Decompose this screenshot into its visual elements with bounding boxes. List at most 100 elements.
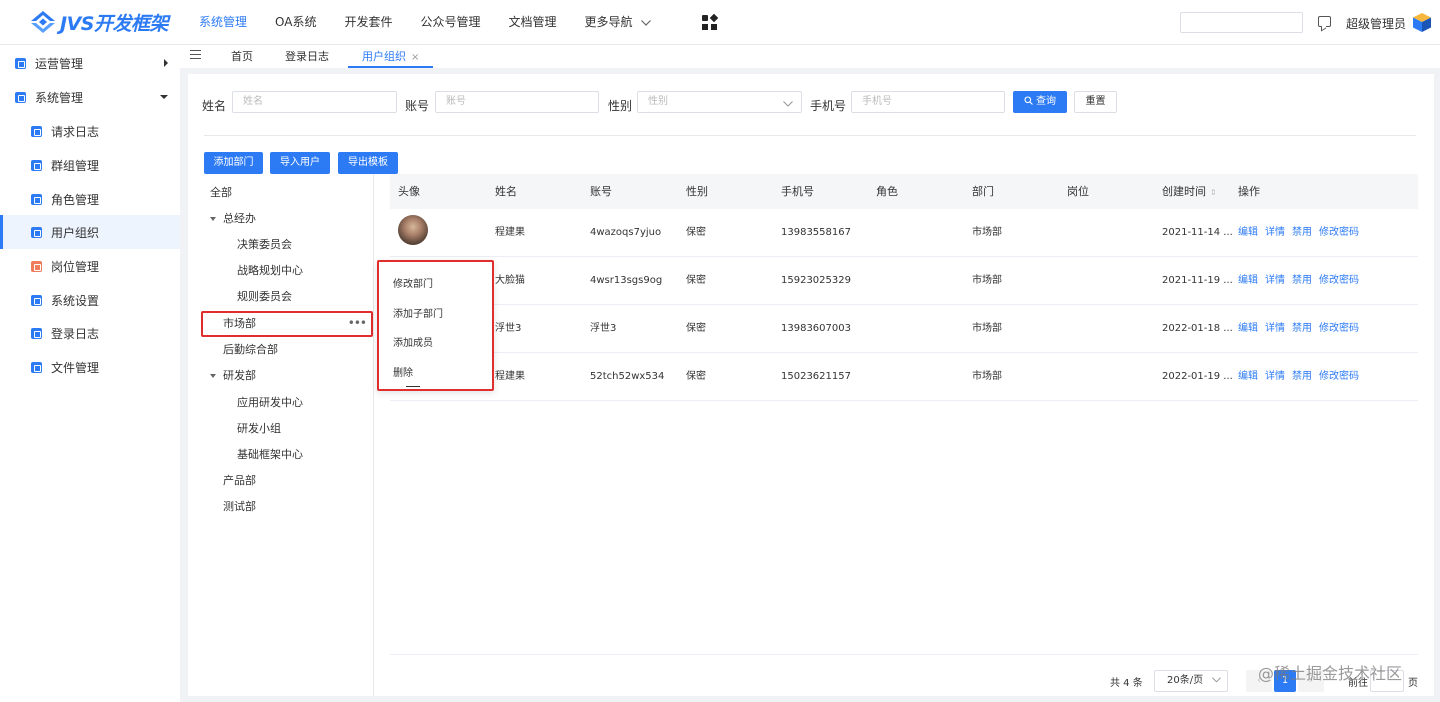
sidebar-item-file[interactable]: 文件管理 <box>0 350 180 384</box>
tree-node-ceo-office[interactable]: 总经办 <box>210 208 256 230</box>
nav-more[interactable]: 更多导航 <box>571 0 665 45</box>
detail-link[interactable]: 详情 <box>1265 209 1285 257</box>
tab-home[interactable]: 首页 <box>231 45 253 68</box>
chevron-down-icon <box>783 95 793 115</box>
tree-node-label: 研发部 <box>223 369 256 382</box>
message-icon[interactable] <box>1318 16 1331 27</box>
sidebar-item-ops[interactable]: 运营管理 <box>0 46 180 80</box>
logo-icon <box>31 11 55 33</box>
menu-item-delete[interactable]: 删除 <box>393 364 413 379</box>
gender-label: 性别 <box>608 99 633 113</box>
add-dept-button[interactable]: 添加部门 <box>204 152 263 174</box>
sort-icon[interactable]: ⇕ <box>1210 175 1217 210</box>
col-account: 账号 <box>590 185 612 198</box>
sidebar-item-login-log[interactable]: 登录日志 <box>0 316 180 350</box>
menu-toggle-icon[interactable] <box>190 50 201 59</box>
sidebar-item-label: 群组管理 <box>51 158 100 173</box>
search-button[interactable]: 查询 <box>1013 91 1067 113</box>
menu-item-add-member[interactable]: 添加成员 <box>393 334 433 349</box>
tree-node-decision-committee[interactable]: 决策委员会 <box>237 234 292 256</box>
detail-link[interactable]: 详情 <box>1265 353 1285 401</box>
sidebar-item-user-org[interactable]: 用户组织 <box>0 215 180 249</box>
detail-link[interactable]: 详情 <box>1265 305 1285 353</box>
change-password-link[interactable]: 修改密码 <box>1319 209 1359 257</box>
tab-login-log[interactable]: 登录日志 <box>285 45 329 68</box>
chevron-down-icon <box>640 0 651 45</box>
disable-link[interactable]: 禁用 <box>1292 209 1312 257</box>
tree-node-rnd[interactable]: 研发部 <box>210 365 256 387</box>
tree-node-app-rnd-center[interactable]: 应用研发中心 <box>237 392 303 414</box>
role-icon <box>31 193 42 205</box>
col-gender: 性别 <box>686 185 708 198</box>
avatar <box>398 215 428 245</box>
more-icon[interactable]: ••• <box>348 316 367 330</box>
export-template-button[interactable]: 导出模板 <box>338 152 398 174</box>
app-grid-icon[interactable] <box>702 13 719 31</box>
menu-item-edit-dept[interactable]: 修改部门 <box>393 275 433 290</box>
edit-link[interactable]: 编辑 <box>1238 305 1258 353</box>
name-label: 姓名 <box>202 99 227 113</box>
import-users-button[interactable]: 导入用户 <box>270 152 330 174</box>
page-suffix: 页 <box>1408 678 1418 689</box>
edit-link[interactable]: 编辑 <box>1238 353 1258 401</box>
tree-node-product[interactable]: 产品部 <box>223 470 256 492</box>
caret-down-icon <box>210 374 216 378</box>
reset-button[interactable]: 重置 <box>1074 91 1117 113</box>
nav-docs[interactable]: 文档管理 <box>495 0 571 45</box>
tree-node-testing[interactable]: 测试部 <box>223 496 256 518</box>
change-password-link[interactable]: 修改密码 <box>1319 353 1359 401</box>
menu-item-add-sub-dept[interactable]: 添加子部门 <box>393 305 443 320</box>
cell-phone: 13983558167 <box>781 227 851 238</box>
pagination-total: 共 4 条 <box>1110 678 1143 689</box>
user-name[interactable]: 超级管理员 <box>1346 15 1406 32</box>
sidebar-item-system[interactable]: 系统管理 <box>0 80 180 114</box>
account-input[interactable]: 账号 <box>435 91 599 113</box>
tree-node-rules-committee[interactable]: 规则委员会 <box>237 286 292 308</box>
tab-user-org[interactable]: 用户组织 × <box>348 45 434 68</box>
sidebar-item-position[interactable]: 岗位管理 <box>0 249 180 283</box>
phone-input[interactable]: 手机号 <box>851 91 1005 113</box>
chevron-down-icon <box>160 95 168 99</box>
tree-node-strategy-center[interactable]: 战略规划中心 <box>237 260 303 282</box>
col-created[interactable]: 创建时间 ⇕ <box>1162 174 1217 210</box>
nav-wechat[interactable]: 公众号管理 <box>406 0 494 45</box>
disable-link[interactable]: 禁用 <box>1292 305 1312 353</box>
user-avatar-icon[interactable] <box>1413 13 1431 32</box>
nav-system[interactable]: 系统管理 <box>185 0 261 45</box>
disable-link[interactable]: 禁用 <box>1292 353 1312 401</box>
gender-select[interactable]: 性别 <box>637 91 802 113</box>
account-label: 账号 <box>405 99 430 113</box>
cell-account: 浮世3 <box>590 323 617 334</box>
group-icon <box>31 159 42 171</box>
tree-node-all[interactable]: 全部 <box>210 182 232 204</box>
detail-link[interactable]: 详情 <box>1265 257 1285 305</box>
tree-node-logistics[interactable]: 后勤综合部 <box>223 339 278 361</box>
sidebar-item-settings[interactable]: 系统设置 <box>0 283 180 317</box>
user-org-icon <box>31 226 42 238</box>
app-logo[interactable]: JVS开发框架 <box>30 9 168 35</box>
edit-link[interactable]: 编辑 <box>1238 209 1258 257</box>
nav-dev-kit[interactable]: 开发套件 <box>330 0 406 45</box>
page-size-select[interactable]: 20条/页 <box>1154 670 1228 692</box>
tree-node-rnd-team[interactable]: 研发小组 <box>237 418 281 440</box>
sidebar-item-request-log[interactable]: 请求日志 <box>0 114 180 148</box>
change-password-link[interactable]: 修改密码 <box>1319 305 1359 353</box>
sidebar-item-role[interactable]: 角色管理 <box>0 182 180 216</box>
search-button-label: 查询 <box>1036 96 1056 107</box>
sidebar-item-group[interactable]: 群组管理 <box>0 148 180 182</box>
tree-node-framework-center[interactable]: 基础框架中心 <box>237 444 303 466</box>
change-password-link[interactable]: 修改密码 <box>1319 257 1359 305</box>
sidebar-item-label: 岗位管理 <box>51 259 100 274</box>
edit-link[interactable]: 编辑 <box>1238 257 1258 305</box>
disable-link[interactable]: 禁用 <box>1292 257 1312 305</box>
nav-oa[interactable]: OA系统 <box>261 0 330 45</box>
global-search-input[interactable] <box>1180 12 1303 33</box>
close-icon[interactable]: × <box>411 52 419 63</box>
caret-down-icon <box>210 217 216 221</box>
name-input[interactable]: 姓名 <box>232 91 397 113</box>
cell-dept: 市场部 <box>972 227 1002 238</box>
tree-node-selected-highlight: ••• <box>201 311 373 337</box>
login-log-icon <box>31 327 42 339</box>
sidebar-item-label: 系统设置 <box>51 293 100 308</box>
request-log-icon <box>31 125 42 137</box>
